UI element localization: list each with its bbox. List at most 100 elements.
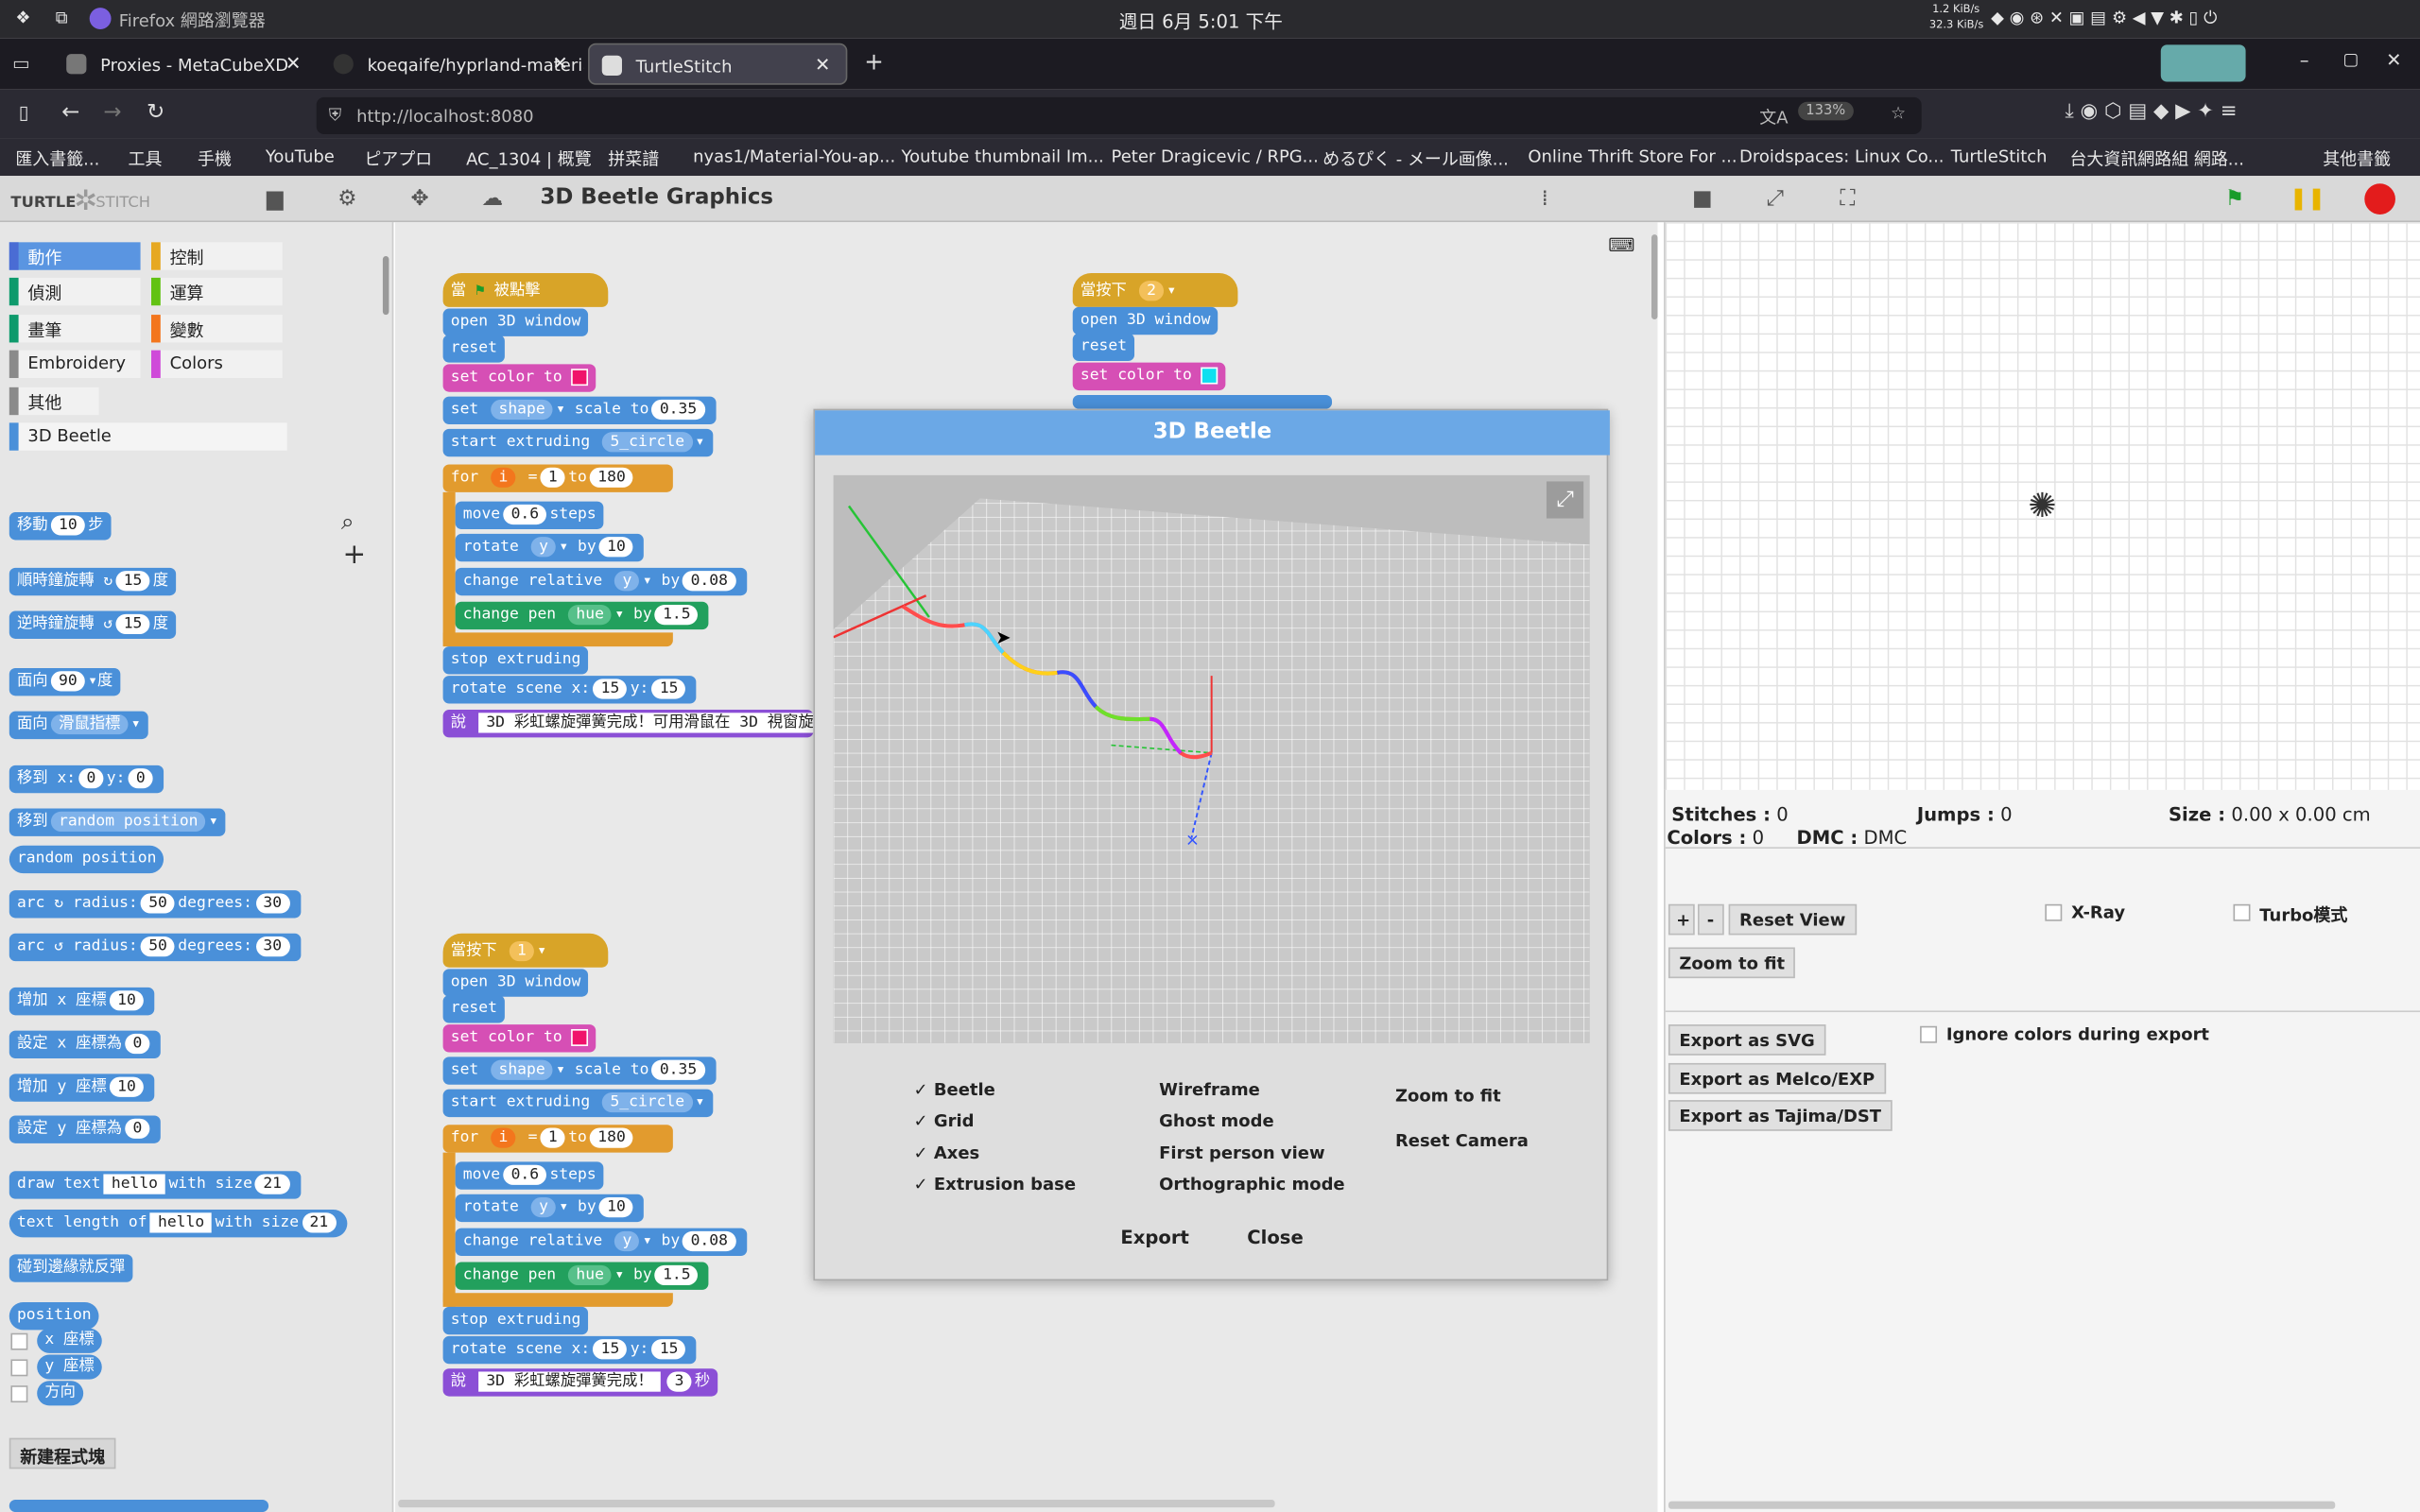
normal-stage-icon[interactable]: ■ bbox=[1683, 182, 1722, 216]
pause-icon[interactable]: ❚❚ bbox=[2288, 182, 2327, 216]
export-svg-button[interactable]: Export as SVG bbox=[1668, 1024, 1826, 1056]
make-block-button[interactable]: 新建程式塊 bbox=[9, 1437, 116, 1469]
puzzle-icon[interactable]: ✥ bbox=[400, 182, 440, 216]
bookmark-folder[interactable]: 工具 bbox=[129, 146, 163, 171]
checkbox-x-position[interactable] bbox=[10, 1332, 28, 1350]
extension-icons[interactable]: ⤓ ◉ ⬡ ▤ ◆ ▶ ✦ ≡ bbox=[2066, 100, 2238, 123]
block-reset[interactable]: reset bbox=[1072, 333, 1135, 362]
palette-scrollbar[interactable] bbox=[382, 256, 389, 316]
block-set-y[interactable]: 設定 y 座標為 0 bbox=[9, 1115, 161, 1143]
bookmark-star-icon[interactable]: ☆ bbox=[1891, 103, 1906, 123]
block-turn-cw[interactable]: 順時鐘旋轉 ↻ 15 度 bbox=[9, 567, 177, 596]
block-change-x[interactable]: 增加 x 座標 10 bbox=[9, 987, 155, 1016]
bookmark-item[interactable]: Droidspaces: Linux Co... bbox=[1739, 146, 1944, 166]
scripts-hscrollbar[interactable] bbox=[398, 1499, 1275, 1508]
option-wireframe[interactable]: Wireframe bbox=[1159, 1080, 1260, 1100]
bookmark-item[interactable]: Youtube thumbnail Im... bbox=[901, 146, 1103, 166]
ignore-colors-checkbox[interactable] bbox=[1920, 1025, 1938, 1043]
scripts-vscrollbar[interactable] bbox=[1651, 234, 1658, 319]
block-for-loop[interactable]: for i = 1 to 180 bbox=[442, 464, 673, 492]
block-open-3d-window[interactable]: open 3D window bbox=[1072, 306, 1219, 335]
category-variables[interactable]: 變數 bbox=[151, 315, 283, 343]
block-set-color[interactable]: set color to bbox=[442, 364, 596, 392]
other-bookmarks[interactable]: 其他書籤 bbox=[2323, 146, 2391, 171]
category-control[interactable]: 控制 bbox=[151, 242, 283, 270]
block-point-towards[interactable]: 面向 滑鼠指標 ▾ bbox=[9, 711, 148, 740]
block-set-x[interactable]: 設定 x 座標為 0 bbox=[9, 1030, 161, 1059]
bookmark-item[interactable]: AC_1304 | 概覽 bbox=[466, 146, 592, 171]
zoom-out-button[interactable]: - bbox=[1697, 903, 1724, 936]
option-beetle[interactable]: ✓ Beetle bbox=[914, 1080, 995, 1100]
color-swatch[interactable] bbox=[1201, 366, 1219, 384]
block-rotate[interactable]: rotate y ▾ by 10 bbox=[455, 533, 645, 562]
zoom-level[interactable]: 133% bbox=[1798, 101, 1854, 121]
bookmark-item[interactable]: めるぴく - メール画像... bbox=[1322, 146, 1509, 171]
block-arc-cw[interactable]: arc ↻ radius: 50 degrees: 30 bbox=[9, 890, 301, 919]
fullscreen-icon[interactable]: ⛶ bbox=[1827, 182, 1867, 216]
block-move[interactable]: move 0.6 steps bbox=[455, 1161, 604, 1190]
minimize-button[interactable]: – bbox=[2300, 49, 2309, 71]
block-reset[interactable]: reset bbox=[442, 995, 506, 1023]
category-colors[interactable]: Colors bbox=[151, 350, 283, 379]
block-say-for-secs[interactable]: 說 3D 彩虹螺旋彈簧完成！ 3 秒 bbox=[442, 1368, 718, 1397]
translate-icon[interactable]: 文A bbox=[1759, 105, 1788, 129]
tab-turtlestitch[interactable]: TurtleStitch ✕ bbox=[588, 43, 848, 85]
block-y-position[interactable]: y 座標 bbox=[37, 1354, 102, 1380]
stop-icon[interactable] bbox=[2364, 183, 2395, 215]
bookmark-item[interactable]: YouTube bbox=[266, 146, 335, 166]
category-motion[interactable]: 動作 bbox=[9, 242, 141, 270]
close-tab-icon[interactable]: ✕ bbox=[815, 54, 830, 76]
window-icon[interactable]: ⧉ bbox=[56, 8, 68, 29]
footprints-icon[interactable]: ⁞ bbox=[1525, 182, 1564, 216]
close-button[interactable]: Close bbox=[1247, 1227, 1304, 1248]
block-set-color[interactable]: set color to bbox=[442, 1024, 596, 1053]
add-block-icon[interactable]: + bbox=[342, 539, 366, 571]
xray-checkbox[interactable] bbox=[2045, 903, 2063, 921]
export-button[interactable]: Export bbox=[1120, 1227, 1189, 1248]
stage-hscrollbar[interactable] bbox=[1668, 1501, 2336, 1509]
turbo-checkbox[interactable] bbox=[2233, 903, 2251, 921]
settings-gear-icon[interactable]: ⚙ bbox=[327, 182, 367, 216]
category-other[interactable]: 其他 bbox=[9, 387, 99, 416]
expand-stage-icon[interactable]: ⤢ bbox=[1754, 182, 1794, 216]
3d-scene[interactable]: × bbox=[833, 474, 1590, 1043]
bookmark-item[interactable]: nyas1/Material-You-ap... bbox=[693, 146, 895, 166]
block-set-color[interactable]: set color to bbox=[1072, 362, 1226, 391]
block-stop-extruding[interactable]: stop extruding bbox=[442, 1306, 589, 1335]
block-move[interactable]: move 0.6 steps bbox=[455, 501, 604, 530]
export-melco-button[interactable]: Export as Melco/EXP bbox=[1668, 1062, 1886, 1094]
block-position[interactable]: position bbox=[9, 1301, 99, 1331]
option-grid[interactable]: ✓ Grid bbox=[914, 1111, 975, 1131]
hat-when-key-pressed[interactable]: 當按下 2 ▾ bbox=[1072, 272, 1238, 307]
option-ghost-mode[interactable]: Ghost mode bbox=[1159, 1111, 1273, 1131]
block-for-loop[interactable]: for i = 1 to 180 bbox=[442, 1125, 673, 1153]
tab-overview-icon[interactable]: ▭ bbox=[12, 53, 30, 75]
block-start-extruding[interactable]: start extruding 5_circle ▾ bbox=[442, 428, 713, 457]
hat-when-key-pressed[interactable]: 當按下 1 ▾ bbox=[442, 933, 609, 968]
color-swatch[interactable] bbox=[571, 368, 589, 386]
category-pen[interactable]: 畫筆 bbox=[9, 315, 141, 343]
expand-viewport-icon[interactable]: ⤢ bbox=[1546, 481, 1584, 519]
stage-canvas[interactable]: ✺ bbox=[1664, 222, 2420, 790]
close-tab-icon[interactable]: ✕ bbox=[552, 53, 567, 75]
block-rotate-scene[interactable]: rotate scene x: 15 y: 15 bbox=[442, 1335, 698, 1365]
bookmark-item[interactable]: TurtleStitch bbox=[1951, 146, 2048, 166]
bookmark-item[interactable]: ピアプロ bbox=[364, 146, 432, 171]
block-bounce[interactable]: 碰到邊緣就反彈 bbox=[9, 1254, 133, 1282]
block-start-extruding[interactable]: start extruding 5_circle ▾ bbox=[442, 1089, 713, 1118]
block-random-position[interactable]: random position bbox=[9, 845, 164, 874]
tray-icons[interactable]: ◆ ◉ ⊛ ✕ ▣ ▤ ⚙ ◀ ▼ ✱ ▯ ⏻ bbox=[1991, 8, 2217, 29]
block-set-shape-scale[interactable]: set shape ▾ scale to 0.35 bbox=[442, 1057, 716, 1085]
green-flag-icon[interactable]: ⚑ bbox=[2215, 182, 2255, 216]
profile-avatar[interactable] bbox=[2160, 44, 2246, 82]
url-bar[interactable]: ⛨ http://localhost:8080 文A 133% ☆ bbox=[316, 96, 1922, 135]
zoom-in-button[interactable]: + bbox=[1668, 903, 1695, 936]
block-point-direction[interactable]: 面向 90 ▾度 bbox=[9, 667, 121, 696]
block-reset[interactable]: reset bbox=[442, 335, 506, 363]
back-icon[interactable]: ← bbox=[61, 100, 79, 125]
category-sensing[interactable]: 偵測 bbox=[9, 277, 141, 306]
bookmark-item[interactable]: 台大資訊網路組 網路... bbox=[2069, 146, 2243, 171]
block-text-length[interactable]: text length of hello with size 21 bbox=[9, 1210, 347, 1238]
url-text[interactable]: http://localhost:8080 bbox=[356, 107, 533, 127]
bookmark-item[interactable]: Online Thrift Store For ... bbox=[1528, 146, 1737, 166]
